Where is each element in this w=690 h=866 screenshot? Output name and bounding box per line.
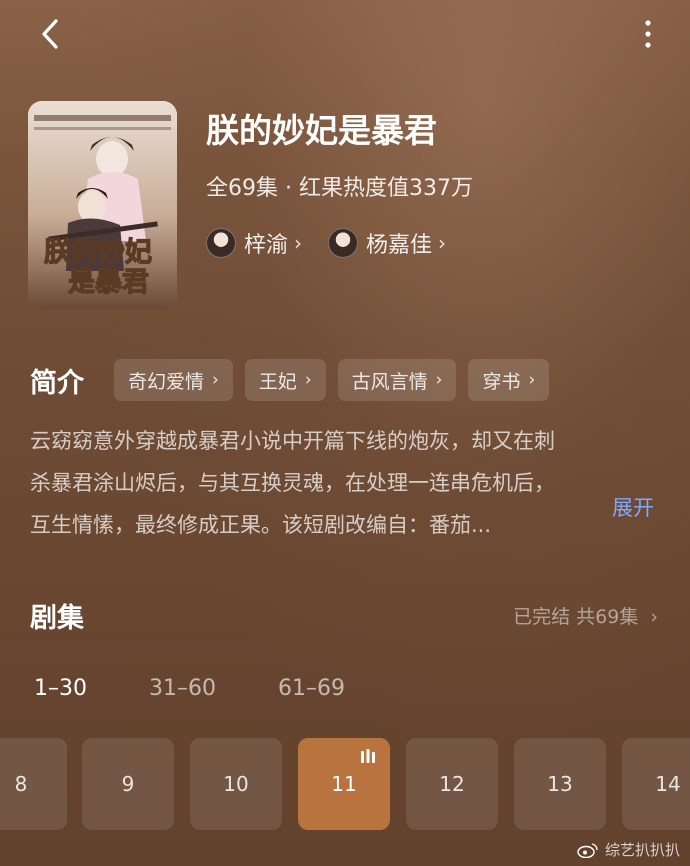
drama-title: 朕的妙妃是暴君 xyxy=(206,111,437,150)
tag-list: 奇幻爱情 › 王妃 › 古风言情 › 穿书 › xyxy=(114,359,561,401)
episodes-status: 已完结 共69集 xyxy=(513,606,639,628)
episode-grid: 8 9 10 11 12 13 14 xyxy=(0,738,690,830)
tag-chip[interactable]: 穿书 › xyxy=(468,359,550,401)
more-button[interactable] xyxy=(636,14,660,54)
chevron-left-icon xyxy=(42,19,58,49)
episode-button[interactable]: 10 xyxy=(190,738,282,830)
top-bar xyxy=(0,0,690,70)
tag-chip[interactable]: 奇幻爱情 › xyxy=(114,359,233,401)
svg-text:是暴君: 是暴君 xyxy=(68,267,149,298)
actor-name: 梓渝 xyxy=(244,233,289,258)
description-line: 互生情愫，最终修成正果。该短剧改编自：番茄... xyxy=(30,513,492,537)
range-tab[interactable]: 31–60 xyxy=(149,676,216,701)
watermark: 综艺扒扒扒 xyxy=(577,839,680,860)
drama-poster[interactable]: 朕的妙妃 是暴君 xyxy=(28,101,177,309)
episodes-heading: 剧集 xyxy=(30,603,84,634)
watermark-text: 综艺扒扒扒 xyxy=(604,841,680,859)
actor-avatar xyxy=(206,228,236,258)
tag-label: 王妃 xyxy=(258,370,297,393)
chevron-right-icon: › xyxy=(438,231,447,255)
tag-label: 奇幻爱情 xyxy=(128,370,205,393)
actor-link[interactable]: 杨嘉佳 › xyxy=(328,227,446,259)
episode-number: 11 xyxy=(331,772,357,796)
chevron-right-icon: › xyxy=(650,606,658,628)
now-playing-icon xyxy=(361,749,375,763)
actor-name: 杨嘉佳 xyxy=(366,233,433,258)
chevron-right-icon: › xyxy=(212,370,219,390)
episode-button[interactable]: 14 xyxy=(622,738,690,830)
tag-chip[interactable]: 王妃 › xyxy=(244,359,326,401)
actor-link[interactable]: 梓渝 › xyxy=(206,227,302,259)
expand-link[interactable]: 展开 xyxy=(612,492,654,522)
range-tab[interactable]: 1–30 xyxy=(34,676,87,701)
actor-list: 梓渝 › 杨嘉佳 › xyxy=(206,226,472,260)
chevron-right-icon: › xyxy=(294,231,303,255)
weibo-icon xyxy=(577,842,598,858)
intro-heading: 简介 xyxy=(30,368,84,399)
actor-avatar xyxy=(328,228,359,258)
episodes-status-link[interactable]: 已完结 共69集 › xyxy=(513,602,658,629)
tag-chip[interactable]: 古风言情 › xyxy=(337,359,457,401)
poster-image: 朕的妙妃 是暴君 xyxy=(28,101,177,309)
episode-button[interactable]: 9 xyxy=(82,738,174,830)
drama-meta: 全69集 · 红果热度值337万 xyxy=(206,176,473,201)
episode-button[interactable]: 12 xyxy=(406,738,498,830)
description-line: 杀暴君涂山烬后，与其互换灵魂，在处理一连串危机后， xyxy=(30,471,555,495)
chevron-right-icon: › xyxy=(304,370,312,390)
svg-text:朕的妙妃: 朕的妙妃 xyxy=(44,236,152,268)
chevron-right-icon: › xyxy=(528,370,536,390)
episode-range-tabs: 1–30 31–60 61–69 xyxy=(34,676,407,701)
episode-button[interactable]: 13 xyxy=(514,738,606,830)
range-tab[interactable]: 61–69 xyxy=(278,676,345,701)
description-line: 云窈窈意外穿越成暴君小说中开篇下线的炮灰，却又在刺 xyxy=(30,429,555,453)
episode-button[interactable]: 8 xyxy=(0,738,67,830)
episode-button-current[interactable]: 11 xyxy=(298,738,390,830)
tag-label: 穿书 xyxy=(482,370,521,393)
description: 云窈窈意外穿越成暴君小说中开篇下线的炮灰，却又在刺 杀暴君涂山烬后，与其互换灵魂… xyxy=(30,420,662,546)
tag-label: 古风言情 xyxy=(351,370,428,393)
back-button[interactable] xyxy=(32,14,72,54)
more-vertical-icon xyxy=(645,20,651,48)
chevron-right-icon: › xyxy=(435,370,443,390)
